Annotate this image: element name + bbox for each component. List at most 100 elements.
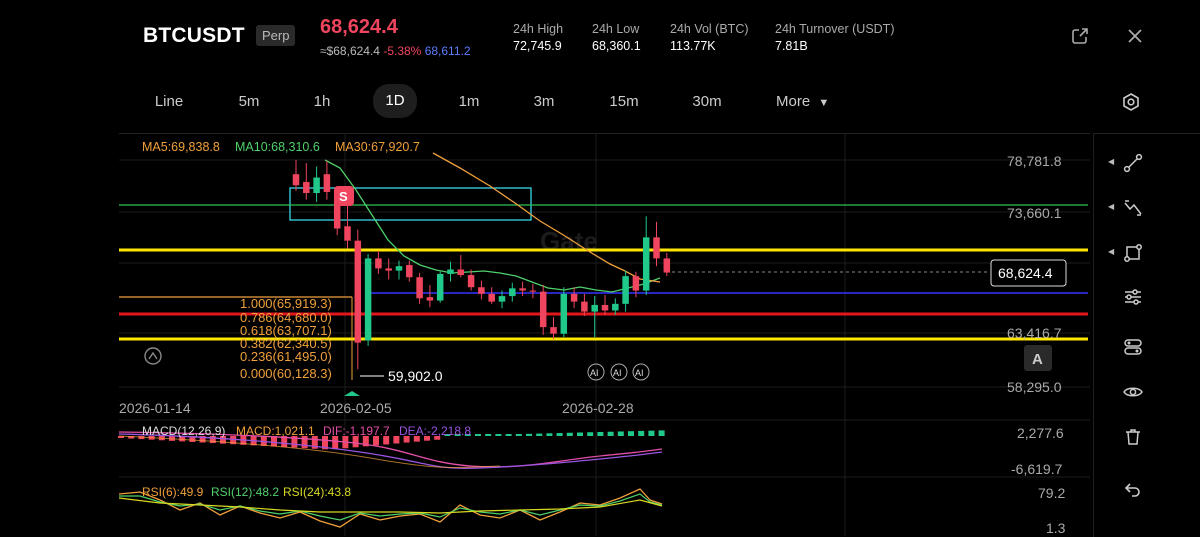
macd-dea-legend: DEA:-2,218.8 — [399, 424, 471, 438]
indicator-icon[interactable] — [1123, 287, 1143, 307]
macd-histogram-bar — [556, 433, 563, 436]
candle-body — [498, 296, 506, 302]
ma10-legend: MA10:68,310.6 — [235, 140, 320, 154]
rsi-panel: RSI(6):49.9 RSI(12):48.2 RSI(24):43.8 79… — [118, 485, 1066, 536]
line-tool-icon[interactable] — [1123, 153, 1143, 173]
candle-body — [591, 304, 598, 312]
candle-body — [292, 174, 300, 186]
macd-histogram-bar — [587, 432, 594, 436]
candle-body — [354, 240, 362, 343]
y-axis-label: 58,295.0 — [1007, 379, 1062, 395]
candle-body — [663, 258, 671, 273]
rsi6-legend: RSI(6):49.9 — [142, 485, 204, 499]
current-price-label: 68,624.4 — [998, 265, 1053, 281]
macd-histogram-bar — [495, 434, 502, 436]
fib-level-label: 0.236(61,495.0) — [240, 349, 332, 364]
candle-body — [653, 237, 660, 259]
trash-icon[interactable] — [1123, 427, 1143, 447]
ai-badge[interactable]: AI — [635, 368, 644, 378]
candlestick-chart[interactable]: Gate 1.000(65,919.3) 0.786(64,680.0) 0.6… — [0, 0, 1200, 536]
macd-histogram-bar — [628, 431, 634, 436]
candle-body — [622, 276, 629, 304]
auto-scale-label: A — [1032, 351, 1043, 368]
ma5-legend: MA5:69,838.8 — [142, 140, 220, 154]
candle-body — [385, 268, 392, 271]
candle-body — [436, 273, 444, 301]
candle-body — [303, 181, 310, 194]
expand-arrow-icon[interactable]: ◀ — [1108, 247, 1114, 256]
sell-signal-label: S — [339, 189, 348, 204]
low-price-marker: 59,902.0 — [388, 368, 443, 384]
y-axis-label: 73,660.1 — [1007, 205, 1062, 221]
candle-body — [632, 276, 640, 291]
rsi-axis-label: 79.2 — [1038, 485, 1065, 501]
macd-histogram-bar — [475, 434, 481, 436]
candle-body — [375, 258, 382, 269]
macd-histogram-bar — [577, 432, 583, 436]
drawn-rectangle[interactable] — [289, 187, 532, 221]
macd-axis-label: -6,619.7 — [1011, 461, 1063, 477]
macd-histogram-bar — [607, 431, 614, 436]
shape-tool-icon[interactable] — [1123, 243, 1143, 263]
macd-legend-name: MACD(12,26,9) — [142, 424, 225, 438]
candle-body — [395, 266, 403, 271]
candle-body — [344, 226, 351, 241]
candle-body — [416, 277, 423, 299]
macd-histogram-bar — [526, 433, 532, 436]
rsi-axis-label: 1.3 — [1046, 520, 1066, 536]
candle-body — [601, 304, 609, 311]
layers-icon[interactable] — [1123, 337, 1143, 357]
x-axis-label: 2026-01-14 — [119, 400, 191, 416]
macd-axis-label: 2,277.6 — [1017, 425, 1064, 441]
gate-logo-icon — [144, 347, 162, 365]
macd-panel: MACD(12,26,9) MACD:1,021.1 DIF:-1,197.7 … — [118, 424, 1064, 477]
ma30-legend: MA30:67,920.7 — [335, 140, 420, 154]
macd-histogram-bar — [546, 433, 553, 436]
macd-histogram-bar — [648, 430, 655, 436]
low-arrow-icon — [344, 391, 360, 396]
x-axis-label: 2026-02-28 — [562, 400, 634, 416]
candle-body — [467, 275, 475, 288]
candle-body — [426, 297, 434, 301]
candle-body — [323, 174, 331, 192]
ai-badge[interactable]: AI — [613, 368, 622, 378]
candle-body — [560, 293, 568, 334]
macd-histogram-bar — [536, 433, 543, 436]
x-axis-label: 2026-02-05 — [320, 400, 392, 416]
rsi12-legend: RSI(12):48.2 — [211, 485, 279, 499]
macd-histogram-bar — [638, 430, 645, 436]
candle-body — [529, 290, 537, 292]
eye-icon[interactable] — [1123, 382, 1143, 402]
macd-histogram-bar — [658, 430, 665, 436]
candle-body — [550, 327, 557, 334]
fib-level-label: 0.000(60,128.3) — [240, 366, 332, 381]
candle-body — [570, 293, 578, 302]
rsi24-legend: RSI(24):43.8 — [283, 485, 351, 499]
macd-legend-value: MACD:1,021.1 — [236, 424, 315, 438]
candle-body — [406, 265, 413, 278]
candle-body — [612, 303, 619, 311]
ai-badges[interactable]: AI AI AI — [587, 363, 650, 381]
candle-body — [364, 258, 372, 341]
drawing-toolbar — [1093, 133, 1200, 537]
candle-body — [447, 269, 454, 274]
expand-arrow-icon[interactable]: ◀ — [1108, 157, 1114, 166]
candle-body — [457, 269, 465, 276]
ma10-line — [324, 159, 661, 293]
macd-histogram-bar — [597, 431, 604, 436]
candle-body — [642, 237, 650, 291]
candle-body — [313, 177, 320, 194]
candle-body — [488, 293, 495, 302]
expand-arrow-icon[interactable]: ◀ — [1108, 202, 1114, 211]
macd-histogram-bar — [505, 434, 512, 436]
y-axis-label: 63,416.7 — [1007, 325, 1062, 341]
y-axis-label: 78,781.8 — [1007, 153, 1062, 169]
macd-histogram-bar — [515, 434, 522, 436]
candle-body — [519, 288, 526, 291]
candle-body — [581, 301, 588, 312]
macd-dif-legend: DIF:-1,197.7 — [323, 424, 390, 438]
undo-icon[interactable] — [1123, 479, 1143, 499]
ai-badge[interactable]: AI — [590, 368, 599, 378]
macd-histogram-bar — [617, 431, 624, 436]
trend-tool-icon[interactable] — [1123, 198, 1143, 218]
